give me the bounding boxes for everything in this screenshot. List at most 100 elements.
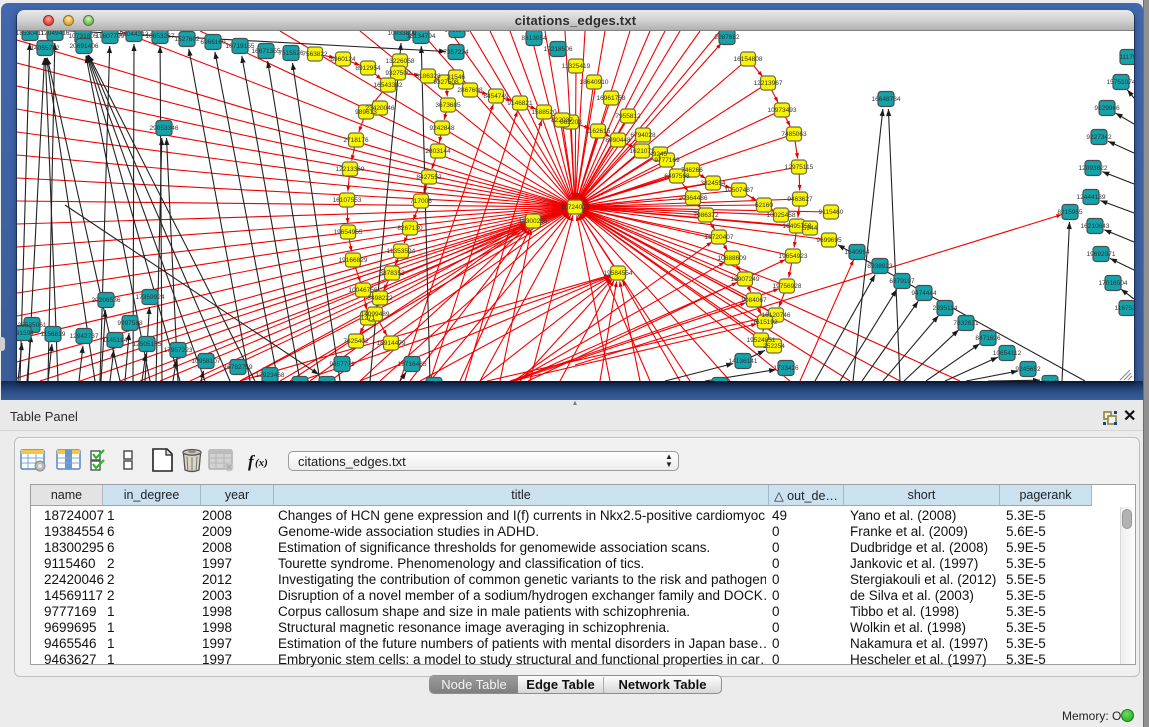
svg-text:6966160: 6966160 (200, 39, 226, 46)
svg-text:9115460: 9115460 (819, 209, 844, 216)
svg-text:8813054: 8813054 (521, 35, 547, 42)
svg-text:12213369: 12213369 (336, 166, 365, 173)
svg-text:15720407: 15720407 (705, 234, 734, 241)
svg-text:252254: 252254 (763, 343, 785, 350)
svg-text:8267130: 8267130 (397, 225, 423, 232)
svg-text:7485063: 7485063 (781, 131, 807, 138)
svg-text:9327500: 9327500 (385, 70, 411, 77)
svg-text:16914479: 16914479 (377, 340, 406, 347)
svg-text:10653267: 10653267 (146, 33, 175, 40)
svg-text:5944: 5944 (803, 225, 818, 232)
svg-text:6794028: 6794028 (630, 132, 656, 139)
svg-text:9245652: 9245652 (1015, 366, 1041, 373)
svg-text:717006: 717006 (410, 198, 432, 205)
svg-text:9227342: 9227342 (1086, 134, 1112, 141)
svg-text:19218506: 19218506 (544, 46, 573, 53)
svg-text:1640954: 1640954 (844, 249, 870, 256)
svg-text:7986372: 7986372 (693, 212, 719, 219)
svg-text:7625402: 7625402 (343, 338, 369, 345)
svg-text:3824554: 3824554 (700, 180, 726, 187)
svg-text:14055712: 14055712 (31, 45, 60, 52)
svg-text:8878352: 8878352 (379, 270, 405, 277)
svg-text:7357224: 7357224 (443, 49, 469, 56)
svg-text:16154808: 16154808 (734, 56, 763, 63)
svg-text:2935114: 2935114 (933, 305, 958, 312)
svg-text:13226058: 13226058 (386, 58, 415, 65)
svg-text:9463627: 9463627 (787, 196, 813, 203)
svg-text:1733426: 1733426 (773, 365, 799, 372)
svg-text:3498222: 3498222 (367, 295, 393, 302)
svg-text:14099489: 14099489 (361, 311, 390, 318)
svg-text:8427552: 8427552 (416, 174, 442, 181)
svg-text:29053346: 29053346 (150, 125, 179, 132)
svg-text:10731805: 10731805 (69, 33, 98, 40)
svg-text:9129966: 9129966 (1094, 105, 1120, 112)
svg-text:9242848: 9242848 (429, 125, 455, 132)
svg-text:10719155: 10719155 (226, 43, 255, 50)
svg-text:23420046: 23420046 (366, 105, 395, 112)
svg-text:18134794: 18134794 (407, 33, 436, 40)
svg-text:16782759: 16782759 (224, 364, 253, 371)
svg-text:31546: 31546 (447, 74, 465, 81)
svg-text:1145194: 1145194 (103, 337, 128, 344)
svg-text:1167531: 1167531 (1115, 305, 1134, 312)
svg-text:16648784: 16648784 (872, 96, 901, 103)
svg-text:19756928: 19756928 (773, 283, 802, 290)
svg-text:7515526: 7515526 (278, 50, 304, 57)
svg-text:8454749: 8454749 (483, 93, 509, 100)
svg-text:19716485: 19716485 (398, 361, 427, 368)
svg-text:12975115: 12975115 (785, 164, 814, 171)
svg-text:8960124: 8960124 (330, 56, 356, 63)
svg-text:18300295: 18300295 (519, 218, 548, 225)
svg-text:8938923: 8938923 (867, 263, 893, 270)
svg-text:16120746: 16120746 (762, 312, 791, 319)
svg-text:7632621: 7632621 (953, 320, 979, 327)
svg-text:(x): (x) (255, 457, 268, 469)
svg-text:9084067: 9084067 (741, 297, 767, 304)
svg-text:10507487: 10507487 (725, 187, 754, 194)
svg-text:10654112: 10654112 (993, 350, 1022, 357)
svg-text:10958107: 10958107 (192, 358, 221, 365)
svg-text:18724007: 18724007 (561, 204, 590, 211)
svg-text:62160: 62160 (755, 202, 773, 209)
svg-text:19654955: 19654955 (334, 229, 363, 236)
svg-text:9777169: 9777169 (654, 157, 680, 164)
svg-text:6879197: 6879197 (889, 278, 915, 285)
svg-text:19654923: 19654923 (779, 253, 808, 260)
svg-text:20364486: 20364486 (679, 195, 708, 202)
svg-text:12213967: 12213967 (754, 80, 783, 87)
svg-text:15751074: 15751074 (1107, 79, 1134, 86)
svg-text:11325419: 11325419 (562, 63, 591, 70)
svg-text:16671355: 16671355 (252, 48, 281, 55)
svg-text:9699695: 9699695 (816, 237, 842, 244)
svg-text:18907249: 18907249 (731, 276, 760, 283)
svg-text:2087682: 2087682 (714, 34, 740, 41)
svg-text:9645: 9645 (1043, 380, 1058, 381)
svg-text:10025458: 10025458 (767, 212, 796, 219)
svg-text:8912954: 8912954 (355, 65, 381, 72)
svg-text:10688609: 10688609 (718, 255, 747, 262)
svg-text:1162615: 1162615 (586, 128, 611, 135)
svg-text:19692971: 19692971 (1087, 251, 1116, 258)
svg-text:12093822: 12093822 (1079, 165, 1108, 172)
svg-text:17016504: 17016504 (1099, 280, 1128, 287)
svg-text:10046756: 10046756 (349, 287, 378, 294)
svg-text:19584554: 19584554 (604, 270, 633, 277)
svg-text:1621072: 1621072 (629, 148, 655, 155)
svg-text:20206536: 20206536 (92, 297, 121, 304)
svg-text:12444139: 12444139 (1077, 194, 1106, 201)
svg-text:26535061: 26535061 (18, 322, 47, 329)
svg-text:14136141: 14136141 (729, 358, 758, 365)
svg-text:822037: 822037 (551, 117, 573, 124)
svg-text:2718176: 2718176 (343, 137, 369, 144)
svg-text:11175: 11175 (1119, 54, 1134, 61)
svg-text:6497568: 6497568 (664, 173, 690, 180)
svg-text:12942737: 12942737 (70, 333, 99, 340)
svg-text:16543382: 16543382 (374, 82, 403, 89)
svg-text:9146821: 9146821 (507, 100, 533, 107)
svg-text:1527602: 1527602 (174, 36, 200, 43)
svg-text:12505135: 12505135 (133, 341, 162, 348)
svg-text:8990448: 8990448 (605, 137, 631, 144)
svg-text:12049416: 12049416 (41, 31, 70, 37)
svg-text:7955812: 7955812 (615, 113, 641, 120)
